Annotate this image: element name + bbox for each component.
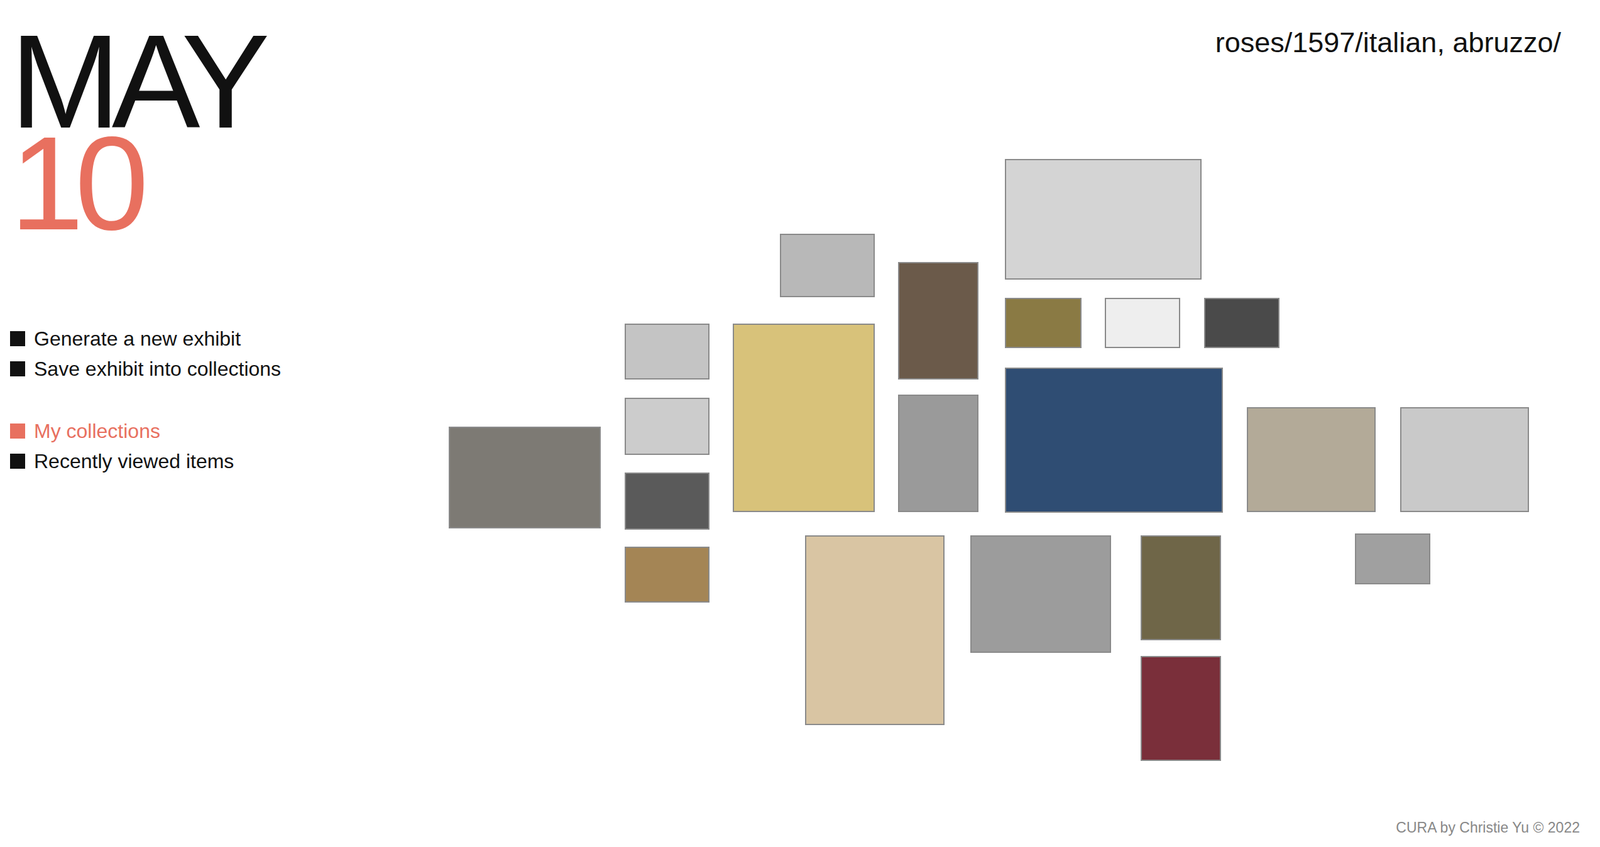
exhibit-item[interactable] bbox=[624, 472, 710, 530]
page: MAY10 Generate a new exhibit Save exhibit … bbox=[0, 0, 1600, 847]
breadcrumb: roses/1597/italian, abruzzo/ bbox=[439, 0, 1600, 61]
day: 10 bbox=[10, 132, 440, 235]
sidebar: MAY10 Generate a new exhibit Save exhibit … bbox=[0, 0, 440, 847]
exhibit-area: roses/1597/italian, abruzzo/CURA by Chri… bbox=[439, 0, 1600, 847]
date: MAY10 bbox=[10, 0, 440, 235]
menu-item[interactable]: My collections bbox=[10, 416, 440, 447]
exhibit-item[interactable] bbox=[448, 426, 601, 529]
exhibit-item[interactable] bbox=[898, 394, 979, 513]
exhibit-item[interactable] bbox=[1140, 656, 1222, 762]
exhibit-item[interactable] bbox=[1104, 297, 1181, 349]
menu-group: Generate a new exhibit Save exhibit into … bbox=[10, 323, 440, 384]
square-bullet-icon bbox=[10, 423, 26, 439]
menu-item[interactable]: Generate a new exhibit bbox=[10, 323, 440, 354]
month: MAY bbox=[10, 30, 440, 133]
exhibit-item[interactable] bbox=[970, 535, 1112, 653]
exhibit-item[interactable] bbox=[624, 546, 710, 603]
menu-label: Generate a new exhibit bbox=[33, 327, 241, 351]
exhibit-item[interactable] bbox=[1004, 367, 1223, 513]
exhibit-canvas bbox=[439, 0, 1600, 847]
menu-label: My collections bbox=[33, 419, 161, 444]
square-bullet-icon bbox=[10, 453, 26, 469]
exhibit-item[interactable] bbox=[805, 535, 945, 726]
menu-label: Recently viewed items bbox=[33, 449, 234, 474]
exhibit-item[interactable] bbox=[624, 323, 710, 380]
exhibit-item[interactable] bbox=[1204, 297, 1280, 349]
menu-item[interactable]: Save exhibit into collections bbox=[10, 353, 440, 384]
exhibit-item[interactable] bbox=[779, 233, 875, 298]
menu: Generate a new exhibit Save exhibit into … bbox=[10, 323, 440, 477]
exhibit-item[interactable] bbox=[624, 397, 710, 455]
exhibit-item[interactable] bbox=[1004, 297, 1082, 349]
exhibit-item[interactable] bbox=[1354, 533, 1431, 585]
square-bullet-icon bbox=[10, 331, 26, 347]
square-bullet-icon bbox=[10, 361, 26, 377]
exhibit-item[interactable] bbox=[732, 323, 875, 513]
menu-label: Save exhibit into collections bbox=[33, 357, 281, 381]
exhibit-item[interactable] bbox=[1246, 407, 1376, 513]
exhibit-item[interactable] bbox=[1004, 158, 1202, 280]
menu-group: My collections Recently viewed items bbox=[10, 416, 440, 477]
exhibit-item[interactable] bbox=[898, 262, 979, 380]
menu-item[interactable]: Recently viewed items bbox=[10, 446, 440, 477]
exhibit-item[interactable] bbox=[1400, 407, 1529, 513]
footer: CURA by Christie Yu © 2022 bbox=[439, 818, 1600, 847]
exhibit-item[interactable] bbox=[1140, 535, 1222, 641]
